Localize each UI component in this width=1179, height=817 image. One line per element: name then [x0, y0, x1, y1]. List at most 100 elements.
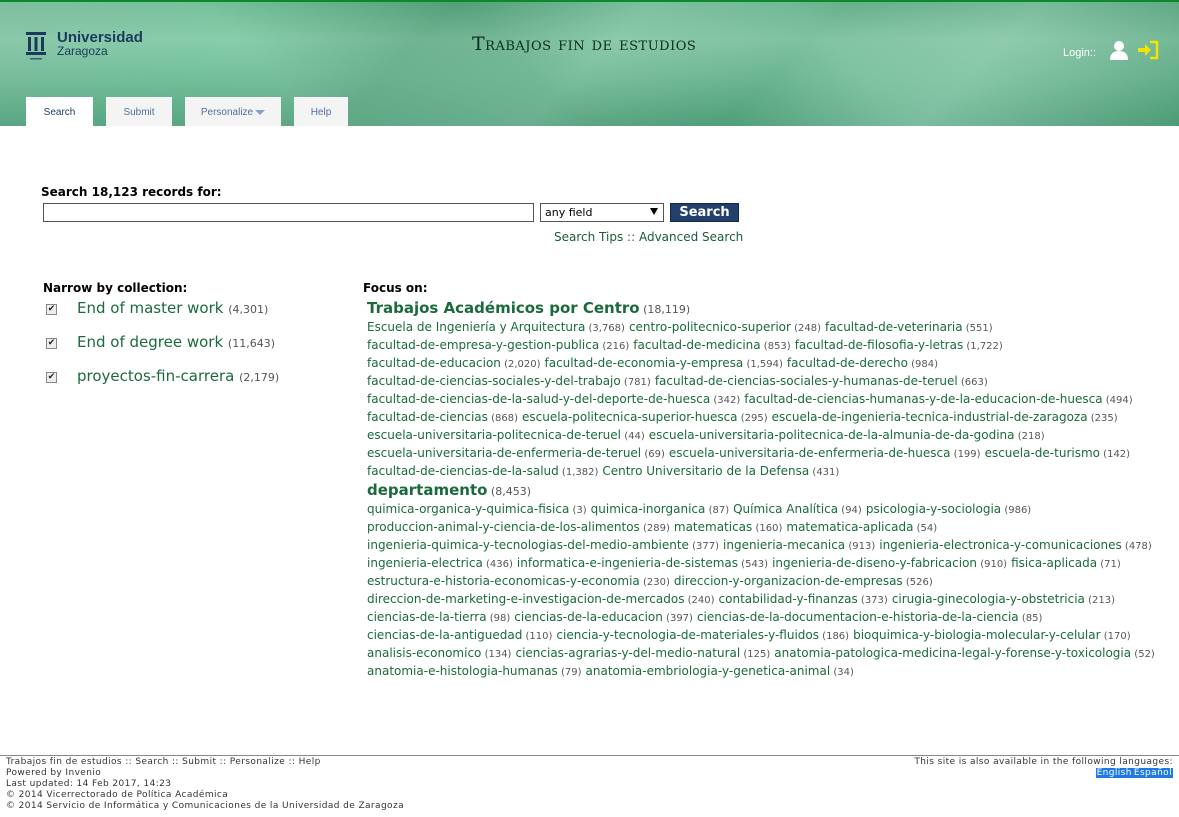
focus-subcategory-link[interactable]: analisis-economico — [367, 646, 481, 660]
focus-subcategory-link[interactable]: bioquimica-y-biologia-molecular-y-celula… — [853, 628, 1100, 642]
focus-subcategory-link[interactable]: escuela-universitaria-de-enfermeria-de-h… — [669, 446, 951, 460]
footer-nav[interactable]: Trabajos fin de estudios :: Search :: Su… — [6, 757, 404, 768]
focus-subcategory-link[interactable]: anatomia-patologica-medicina-legal-y-for… — [774, 646, 1131, 660]
focus-subcategory-count: (295) — [737, 413, 768, 424]
focus-subcategory-row: facultad-de-educacion (2,020) facultad-de… — [367, 354, 1167, 372]
last-updated: Last updated: 14 Feb 2017, 14:23 — [6, 779, 172, 789]
link-separator: :: — [627, 230, 636, 244]
focus-subcategory-link[interactable]: psicologia-y-sociologia — [866, 502, 1001, 516]
focus-subcategory-link[interactable]: facultad-de-ciencias-de-la-salud — [367, 464, 559, 478]
focus-subcategory-link[interactable]: ciencias-de-la-educacion — [514, 610, 663, 624]
user-icon[interactable] — [1109, 40, 1129, 60]
focus-subcategory-link[interactable]: facultad-de-ciencias-de-la-salud-y-del-d… — [367, 392, 710, 406]
focus-subcategory-count: (436) — [482, 559, 513, 570]
focus-subcategory-link[interactable]: facultad-de-ciencias-humanas-y-de-la-edu… — [744, 392, 1102, 406]
collection-checkbox[interactable]: ✔ — [46, 338, 57, 349]
focus-subcategory-link[interactable]: escuela-universitaria-politecnica-de-ter… — [367, 428, 621, 442]
focus-subcategory-link[interactable]: ciencia-y-tecnologia-de-materiales-y-flu… — [556, 628, 819, 642]
focus-subcategory-link[interactable]: facultad-de-educacion — [367, 356, 501, 370]
focus-subcategory-link[interactable]: ciencias-de-la-tierra — [367, 610, 487, 624]
university-logo[interactable]: Universidad Zaragoza — [25, 29, 150, 65]
focus-subcategory-link[interactable]: facultad-de-derecho — [787, 356, 908, 370]
focus-subcategory-link[interactable]: anatomia-embriologia-y-genetica-animal — [586, 664, 831, 678]
tab-search[interactable]: Search — [26, 97, 93, 126]
collection-checkbox[interactable]: ✔ — [46, 372, 57, 383]
focus-subcategory-count: (248) — [790, 323, 822, 334]
search-field-select[interactable]: any field — [540, 203, 664, 222]
search-button[interactable]: Search — [670, 203, 739, 222]
tab-submit[interactable]: Submit — [106, 97, 172, 126]
focus-subcategory-link[interactable]: centro-politecnico-superior — [629, 320, 791, 334]
focus-subcategory-link[interactable]: matematica-aplicada — [786, 520, 913, 534]
search-input[interactable] — [43, 203, 534, 222]
focus-subcategory-count: (142) — [1100, 449, 1131, 460]
focus-subcategory-link[interactable]: anatomia-e-histologia-humanas — [367, 664, 558, 678]
language-english-link[interactable]: English — [1095, 768, 1133, 778]
focus-subcategory-row: facultad-de-ciencias-sociales-y-del-trab… — [367, 372, 1167, 390]
focus-subcategory-link[interactable]: escuela-universitaria-politecnica-de-la-… — [649, 428, 1015, 442]
focus-subcategory-link[interactable]: quimica-organica-y-quimica-fisica — [367, 502, 569, 516]
tab-help[interactable]: Help — [294, 97, 348, 126]
focus-subcategory-link[interactable]: facultad-de-filosofia-y-letras — [795, 338, 964, 352]
focus-subcategory-row: analisis-economico (134) ciencias-agraria… — [367, 644, 1167, 662]
focus-subcategory-link[interactable]: escuela-politecnica-superior-huesca — [522, 410, 738, 424]
collection-label: End of degree work — [77, 333, 224, 351]
focus-subcategory-link[interactable]: ingenieria-quimica-y-tecnologias-del-med… — [367, 538, 689, 552]
focus-subcategory-link[interactable]: escuela-de-ingenieria-tecnica-industrial… — [772, 410, 1088, 424]
advanced-search-link[interactable]: Advanced Search — [639, 230, 743, 244]
focus-subcategory-link[interactable]: cirugia-ginecologia-y-obstetricia — [892, 592, 1085, 606]
sign-in-icon[interactable] — [1137, 40, 1159, 60]
tab-personalize[interactable]: Personalize — [185, 97, 281, 126]
focus-subcategory-count: (44) — [621, 431, 645, 442]
focus-subcategory-link[interactable]: escuela-universitaria-de-enfermeria-de-t… — [367, 446, 641, 460]
focus-subcategory-link[interactable]: direccion-y-organizacion-de-empresas — [674, 574, 903, 588]
focus-subcategory-row: facultad-de-ciencias-de-la-salud (1,382)… — [367, 462, 1167, 480]
focus-subcategory-link[interactable]: facultad-de-medicina — [633, 338, 760, 352]
focus-subcategory-link[interactable]: Centro Universitario de la Defensa — [602, 464, 809, 478]
focus-category-heading[interactable]: departamento (8,453) — [367, 480, 1167, 500]
focus-subcategory-link[interactable]: ciencias-de-la-antiguedad — [367, 628, 522, 642]
focus-subcategory-link[interactable]: produccion-animal-y-ciencia-de-los-alime… — [367, 520, 640, 534]
focus-subcategory-link[interactable]: direccion-de-marketing-e-investigacion-d… — [367, 592, 684, 606]
focus-subcategory-count: (551) — [962, 323, 993, 334]
focus-subcategory-link[interactable]: Química Analítica — [733, 502, 838, 516]
focus-subcategory-link[interactable]: quimica-inorganica — [591, 502, 706, 516]
focus-subcategory-link[interactable]: fisica-aplicada — [1011, 556, 1097, 570]
focus-category-heading[interactable]: Trabajos Académicos por Centro (18,119) — [367, 298, 1167, 318]
focus-subcategory-link[interactable]: ingenieria-mecanica — [723, 538, 845, 552]
collection-link[interactable]: End of master work (4,301) — [77, 299, 268, 317]
focus-subcategory-link[interactable]: facultad-de-ciencias — [367, 410, 488, 424]
focus-subcategory-link[interactable]: escuela-de-turismo — [985, 446, 1100, 460]
focus-subcategory-link[interactable]: ingenieria-electronica-y-comunicaciones — [879, 538, 1122, 552]
focus-subcategory-link[interactable]: ingenieria-electrica — [367, 556, 483, 570]
collection-link[interactable]: End of degree work (11,643) — [77, 333, 275, 351]
focus-subcategory-count: (984) — [907, 359, 939, 370]
collection-checkbox[interactable]: ✔ — [46, 304, 57, 315]
focus-subcategory-link[interactable]: ciencias-de-la-documentacion-e-historia-… — [697, 610, 1019, 624]
search-tips-link[interactable]: Search Tips — [554, 230, 623, 244]
focus-subcategory-link[interactable]: estructura-e-historia-economicas-y-econo… — [367, 574, 640, 588]
focus-subcategory-count: (373) — [857, 595, 888, 606]
focus-subcategory-link[interactable]: facultad-de-veterinaria — [825, 320, 963, 334]
login-label[interactable]: Login:: — [1063, 47, 1096, 59]
focus-subcategory-row: facultad-de-ciencias-de-la-salud-y-del-d… — [367, 390, 1167, 408]
focus-subcategory-link[interactable]: facultad-de-ciencias-sociales-y-humanas-… — [655, 374, 958, 388]
focus-subcategory-row: ingenieria-electrica (436) informatica-e-… — [367, 554, 1167, 572]
focus-subcategory-count: (199) — [950, 449, 981, 460]
search-records-label: Search 18,123 records for: — [41, 185, 222, 199]
focus-subcategory-link[interactable]: matematicas — [674, 520, 752, 534]
focus-subcategory-link[interactable]: Escuela de Ingeniería y Arquitectura — [367, 320, 585, 334]
focus-subcategory-link[interactable]: informatica-e-ingenieria-de-sistemas — [517, 556, 738, 570]
focus-subcategory-link[interactable]: facultad-de-ciencias-sociales-y-del-trab… — [367, 374, 621, 388]
focus-subcategory-link[interactable]: facultad-de-economia-y-empresa — [545, 356, 744, 370]
language-spanish-link[interactable]: Español — [1132, 768, 1173, 778]
focus-subcategory-link[interactable]: contabilidad-y-finanzas — [719, 592, 858, 606]
focus-subcategory-link[interactable]: facultad-de-empresa-y-gestion-publica — [367, 338, 599, 352]
focus-subcategory-row: facultad-de-empresa-y-gestion-publica (2… — [367, 336, 1167, 354]
focus-subcategory-link[interactable]: ciencias-agrarias-y-del-medio-natural — [515, 646, 740, 660]
focus-subcategory-count: (110) — [522, 631, 553, 642]
narrow-by-collection-title: Narrow by collection: — [43, 281, 188, 295]
focus-subcategory-link[interactable]: ingenieria-de-diseno-y-fabricacion — [772, 556, 977, 570]
collection-link[interactable]: proyectos-fin-carrera (2,179) — [77, 367, 279, 385]
site-title: Trabajos fin de estudios — [472, 33, 697, 55]
